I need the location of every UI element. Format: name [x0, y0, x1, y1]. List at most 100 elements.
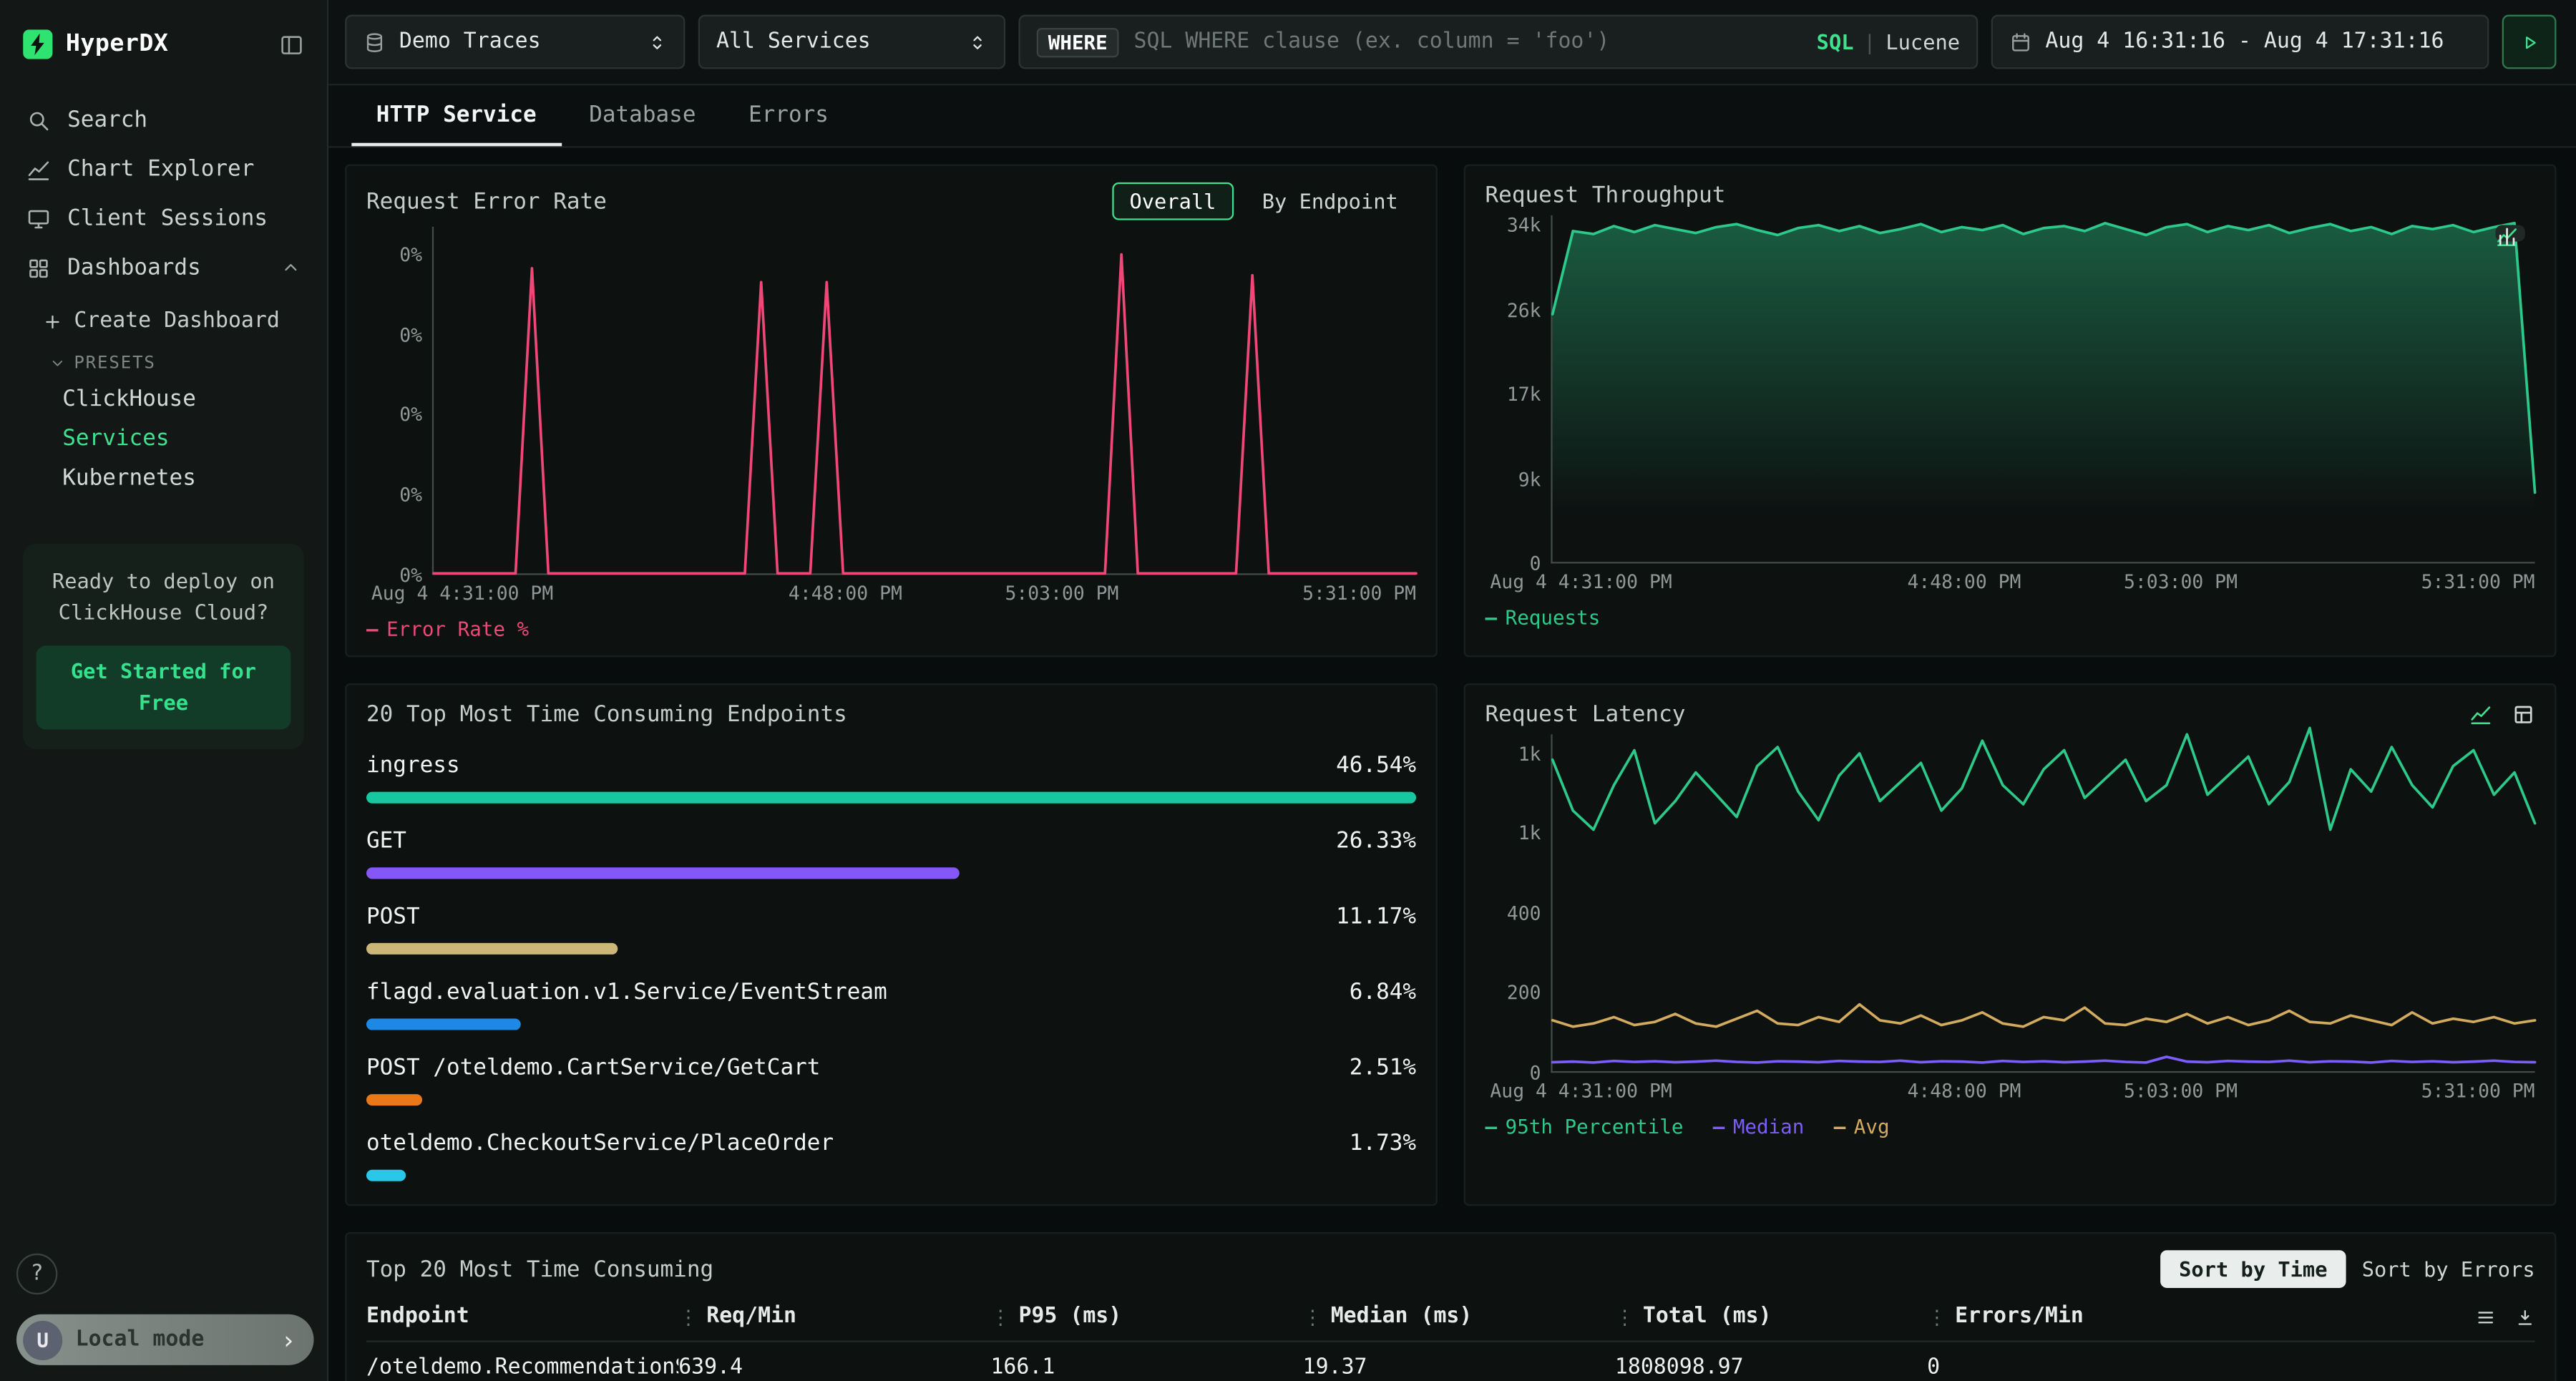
play-icon [2519, 32, 2540, 52]
chevron-down-icon [49, 355, 66, 371]
run-query-button[interactable] [2502, 15, 2557, 69]
y-axis: 1k1k4002000 [1485, 734, 1551, 1073]
topbar: Demo Traces All Services WHERE SQL WHERE… [328, 0, 2576, 85]
panel-title: Top 20 Most Time Consuming [366, 1256, 713, 1282]
dashboards-subnav: Create Dashboard PRESETS ClickHouse Serv… [0, 293, 327, 498]
create-dashboard-button[interactable]: Create Dashboard [0, 299, 327, 343]
error-rate-chart: 0%0%0%0%0% [366, 227, 1416, 575]
chevron-right-icon[interactable]: › [270, 1321, 308, 1359]
x-axis-labels: Aug 4 4:31:00 PM 4:48:00 PM 5:03:00 PM 5… [1551, 1079, 2534, 1107]
sort-by-errors-button[interactable]: Sort by Errors [2362, 1256, 2535, 1281]
plot-area[interactable] [432, 227, 1416, 575]
x-tick-label: 5:31:00 PM [2421, 570, 2535, 593]
lucene-mode-button[interactable]: Lucene [1885, 29, 1960, 54]
user-menu[interactable]: U Local mode › [16, 1314, 314, 1365]
list-item[interactable]: flagd.evaluation.v1.Service/EventStream6… [366, 979, 1416, 1030]
list-item[interactable]: GET26.33% [366, 828, 1416, 879]
cell-errorsmin: 0 [1927, 1355, 2239, 1380]
presets-toggle[interactable]: PRESETS [0, 343, 327, 380]
create-dashboard-label: Create Dashboard [74, 309, 280, 333]
x-tick-label: 5:03:00 PM [2124, 570, 2238, 593]
get-started-button[interactable]: Get Started for Free [36, 645, 291, 729]
sidebar-item-dashboards[interactable]: Dashboards [0, 243, 327, 293]
sidebar-item-services[interactable]: Services [0, 419, 327, 458]
panel-request-latency: Request Latency 1k1k4002000 Aug 4 4 [1464, 683, 2557, 1206]
y-tick-label: 17k [1507, 383, 1541, 406]
list-item[interactable]: ingress46.54% [366, 753, 1416, 804]
y-tick-label: 0% [399, 404, 422, 426]
panel-title: 20 Top Most Time Consuming Endpoints [366, 701, 847, 728]
sidebar-item-clickhouse[interactable]: ClickHouse [0, 379, 327, 419]
table-header: Endpoint ⋮Req/Min ⋮P95 (ms) ⋮Median (ms)… [366, 1304, 2535, 1342]
sidebar-item-label: Chart Explorer [67, 156, 254, 182]
help-button[interactable]: ? [16, 1254, 57, 1294]
sidebar-item-kubernetes[interactable]: Kubernetes [0, 459, 327, 498]
sidebar-bottom: ? U Local mode › [0, 1237, 327, 1381]
where-operator-chip: WHERE [1037, 27, 1119, 57]
bar-chart-icon[interactable] [2496, 225, 2519, 248]
endpoint-percent: 46.54% [1336, 753, 1416, 779]
query-language-toggle: SQL | Lucene [1817, 29, 1960, 54]
column-header-errorsmin[interactable]: ⋮Errors/Min [1927, 1304, 2239, 1329]
grip-icon: ⋮ [678, 1305, 698, 1328]
sidebar-item-search[interactable]: Search [0, 95, 327, 145]
tab-database[interactable]: Database [565, 85, 721, 146]
panel-title: Request Error Rate [366, 188, 607, 215]
x-tick-label: Aug 4 4:31:00 PM [371, 582, 553, 605]
table-row[interactable]: /oteldemo.RecommendationServ 639.4 166.1… [366, 1342, 2535, 1380]
legend-avg: —Avg [1834, 1116, 1890, 1138]
toggle-overall-button[interactable]: Overall [1111, 182, 1234, 220]
column-header-median[interactable]: ⋮Median (ms) [1303, 1304, 1615, 1329]
column-header-p95[interactable]: ⋮P95 (ms) [990, 1304, 1302, 1329]
tab-errors[interactable]: Errors [724, 85, 854, 146]
tab-http-service[interactable]: HTTP Service [351, 85, 561, 146]
service-select[interactable]: All Services [698, 15, 1005, 69]
sidebar-item-chart-explorer[interactable]: Chart Explorer [0, 145, 327, 194]
main-area: Demo Traces All Services WHERE SQL WHERE… [328, 0, 2576, 1381]
box-chart-icon[interactable] [2512, 703, 2534, 726]
cell-p95: 166.1 [990, 1355, 1302, 1380]
x-tick-label: 5:03:00 PM [1005, 582, 1118, 605]
chevron-updown-icon [967, 32, 987, 52]
panel-title: Request Latency [1485, 701, 1686, 728]
list-item[interactable]: POST /oteldemo.CartService/GetCart2.51% [366, 1055, 1416, 1106]
grip-icon: ⋮ [1303, 1305, 1323, 1328]
sort-by-time-button[interactable]: Sort by Time [2161, 1250, 2346, 1288]
date-range-picker[interactable]: Aug 4 16:31:16 - Aug 4 17:31:16 [1991, 15, 2489, 69]
source-select[interactable]: Demo Traces [345, 15, 685, 69]
y-axis: 34k26k17k9k0 [1485, 215, 1551, 564]
list-item[interactable]: oteldemo.CheckoutService/PlaceOrder1.73% [366, 1131, 1416, 1181]
endpoint-percent: 6.84% [1350, 979, 1416, 1005]
chevron-up-icon[interactable] [281, 258, 301, 278]
sort-controls: Sort by Time Sort by Errors [2161, 1250, 2535, 1288]
error-rate-view-toggle: Overall By Endpoint [1111, 182, 1416, 220]
sql-mode-button[interactable]: SQL [1817, 29, 1854, 54]
endpoint-bar [366, 1170, 406, 1181]
rows-icon[interactable] [2476, 1307, 2496, 1327]
cell-reqmin: 639.4 [678, 1355, 990, 1380]
download-icon[interactable] [2515, 1307, 2535, 1327]
database-icon [363, 30, 386, 53]
y-tick-label: 0% [399, 323, 422, 346]
endpoint-bar [366, 1094, 423, 1106]
sidebar-header: HyperDX [0, 0, 327, 89]
sidebar-item-client-sessions[interactable]: Client Sessions [0, 194, 327, 243]
sidebar-nav: Search Chart Explorer Client Sessions Da… [0, 89, 327, 498]
line-chart-icon[interactable] [2469, 703, 2492, 726]
toggle-by-endpoint-button[interactable]: By Endpoint [1244, 182, 1416, 220]
plot-area[interactable] [1551, 734, 2534, 1073]
chart-type-switcher [2469, 703, 2535, 726]
column-header-endpoint[interactable]: Endpoint [366, 1304, 678, 1329]
list-item[interactable]: POST11.17% [366, 904, 1416, 955]
x-tick-label: 5:03:00 PM [2124, 1079, 2238, 1102]
endpoint-bar [366, 1018, 521, 1030]
promo-text-line2: ClickHouse Cloud? [36, 597, 291, 628]
y-tick-label: 1k [1518, 821, 1541, 844]
sidebar-collapse-icon[interactable] [279, 32, 303, 57]
search-input[interactable]: WHERE SQL WHERE clause (ex. column = 'fo… [1018, 15, 1978, 69]
sidebar: HyperDX Search Chart Explorer Client Ses… [0, 0, 328, 1381]
plot-area[interactable] [1551, 215, 2534, 564]
y-tick-label: 400 [1507, 902, 1541, 924]
column-header-reqmin[interactable]: ⋮Req/Min [678, 1304, 990, 1329]
column-header-total[interactable]: ⋮Total (ms) [1615, 1304, 1927, 1329]
